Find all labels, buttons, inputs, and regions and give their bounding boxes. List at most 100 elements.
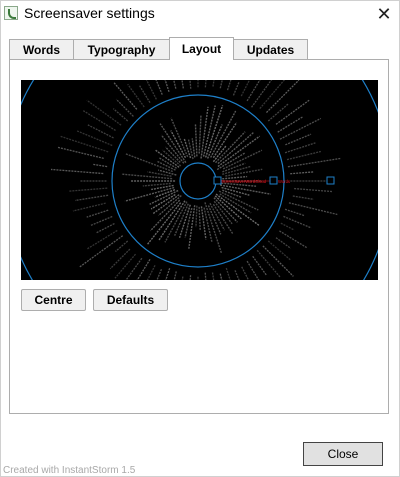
centre-button[interactable]: Centre bbox=[21, 289, 86, 311]
word-stroke bbox=[240, 80, 251, 97]
word-stroke bbox=[147, 171, 172, 177]
word-stroke bbox=[164, 146, 181, 163]
word-stroke bbox=[219, 193, 252, 214]
word-stroke bbox=[265, 80, 300, 114]
word-stroke bbox=[246, 80, 261, 102]
word-stroke bbox=[136, 258, 151, 280]
word-stroke bbox=[149, 199, 181, 232]
word-stroke bbox=[204, 105, 224, 158]
word-stroke bbox=[285, 133, 312, 146]
word-stroke bbox=[256, 249, 281, 278]
inner-ring bbox=[179, 162, 217, 200]
word-stroke bbox=[173, 271, 177, 280]
defaults-button[interactable]: Defaults bbox=[93, 289, 168, 311]
word-stroke bbox=[225, 267, 231, 280]
word-stroke bbox=[181, 276, 184, 280]
word-stroke bbox=[234, 270, 240, 280]
highlight-word: ScreenSaverWordCloud bbox=[221, 179, 267, 184]
word-stroke bbox=[181, 80, 184, 89]
word-stroke bbox=[204, 80, 207, 88]
word-stroke bbox=[252, 255, 267, 276]
word-stroke bbox=[218, 190, 259, 211]
tab-layout[interactable]: Layout bbox=[169, 37, 234, 60]
word-stroke bbox=[279, 230, 308, 249]
word-stroke bbox=[200, 106, 209, 159]
word-stroke bbox=[165, 268, 171, 280]
window-title: Screensaver settings bbox=[24, 5, 155, 21]
tab-typography[interactable]: Typography bbox=[73, 39, 170, 59]
word-stroke bbox=[127, 83, 145, 108]
word-stroke bbox=[211, 272, 215, 280]
word-stroke bbox=[213, 200, 233, 225]
word-stroke bbox=[72, 202, 106, 212]
word-stroke bbox=[74, 194, 109, 202]
word-stroke bbox=[275, 99, 311, 125]
word-stroke bbox=[226, 80, 232, 91]
word-stroke bbox=[284, 142, 316, 154]
tab-words[interactable]: Words bbox=[9, 39, 74, 59]
app-icon bbox=[4, 6, 18, 20]
word-stroke bbox=[284, 208, 305, 217]
word-stroke bbox=[50, 168, 104, 175]
word-stroke bbox=[294, 187, 333, 193]
word-stroke bbox=[279, 117, 322, 140]
word-stroke bbox=[262, 245, 294, 277]
word-stroke bbox=[125, 153, 173, 173]
word-stroke bbox=[56, 146, 104, 159]
inner-radius-handle[interactable] bbox=[213, 176, 222, 185]
word-stroke bbox=[155, 80, 163, 95]
title-bar: Screensaver settings ✕ bbox=[1, 1, 399, 29]
word-stroke bbox=[195, 205, 198, 228]
word-stroke bbox=[90, 215, 113, 227]
word-stroke bbox=[194, 124, 198, 157]
word-stroke bbox=[198, 206, 201, 231]
layout-panel: ScreenSaverWordCloud Words Centre Defaul… bbox=[9, 59, 389, 414]
word-stroke bbox=[219, 80, 223, 89]
layout-preview[interactable]: ScreenSaverWordCloud Words bbox=[21, 80, 378, 280]
screensaver-settings-window: Screensaver settings ✕ Words Typography … bbox=[0, 0, 400, 477]
word-stroke bbox=[112, 108, 129, 122]
word-stroke bbox=[287, 157, 341, 168]
word-stroke bbox=[275, 237, 292, 249]
word-stroke bbox=[290, 171, 314, 175]
word-stroke bbox=[82, 110, 116, 132]
middle-radius-handle[interactable] bbox=[269, 176, 278, 185]
word-stroke bbox=[146, 265, 156, 280]
close-button[interactable]: Close bbox=[303, 442, 383, 466]
word-stroke bbox=[86, 99, 122, 126]
word-stroke bbox=[280, 222, 295, 231]
word-stroke bbox=[286, 150, 321, 161]
word-stroke bbox=[288, 202, 338, 216]
word-cloud bbox=[50, 80, 341, 280]
close-icon[interactable]: ✕ bbox=[373, 3, 395, 25]
word-stroke bbox=[68, 187, 108, 192]
word-stroke bbox=[86, 229, 118, 250]
word-stroke bbox=[198, 115, 202, 154]
highlight-word-short: Words bbox=[278, 179, 290, 184]
word-stroke bbox=[215, 193, 260, 227]
word-stroke bbox=[125, 257, 143, 280]
word-stroke bbox=[113, 82, 138, 110]
word-stroke bbox=[114, 253, 137, 279]
word-stroke bbox=[217, 135, 261, 168]
word-stroke bbox=[142, 182, 171, 187]
word-stroke bbox=[188, 205, 196, 249]
outer-radius-handle[interactable] bbox=[326, 176, 335, 185]
word-stroke bbox=[173, 80, 177, 89]
word-stroke bbox=[189, 80, 192, 89]
tab-updates[interactable]: Updates bbox=[233, 39, 308, 59]
word-stroke bbox=[232, 82, 240, 96]
word-stroke bbox=[225, 168, 263, 177]
word-stroke bbox=[86, 209, 109, 218]
word-stroke bbox=[109, 248, 131, 270]
footer-credit: Created with InstantStorm 1.5 bbox=[3, 465, 136, 476]
preview-canvas: ScreenSaverWordCloud Words bbox=[21, 80, 378, 280]
word-stroke bbox=[267, 240, 292, 261]
word-stroke bbox=[212, 80, 215, 87]
word-stroke bbox=[219, 273, 223, 280]
word-stroke bbox=[164, 80, 170, 93]
word-stroke bbox=[139, 85, 151, 104]
word-stroke bbox=[204, 272, 207, 280]
word-stroke bbox=[115, 240, 129, 252]
word-stroke bbox=[292, 195, 314, 200]
